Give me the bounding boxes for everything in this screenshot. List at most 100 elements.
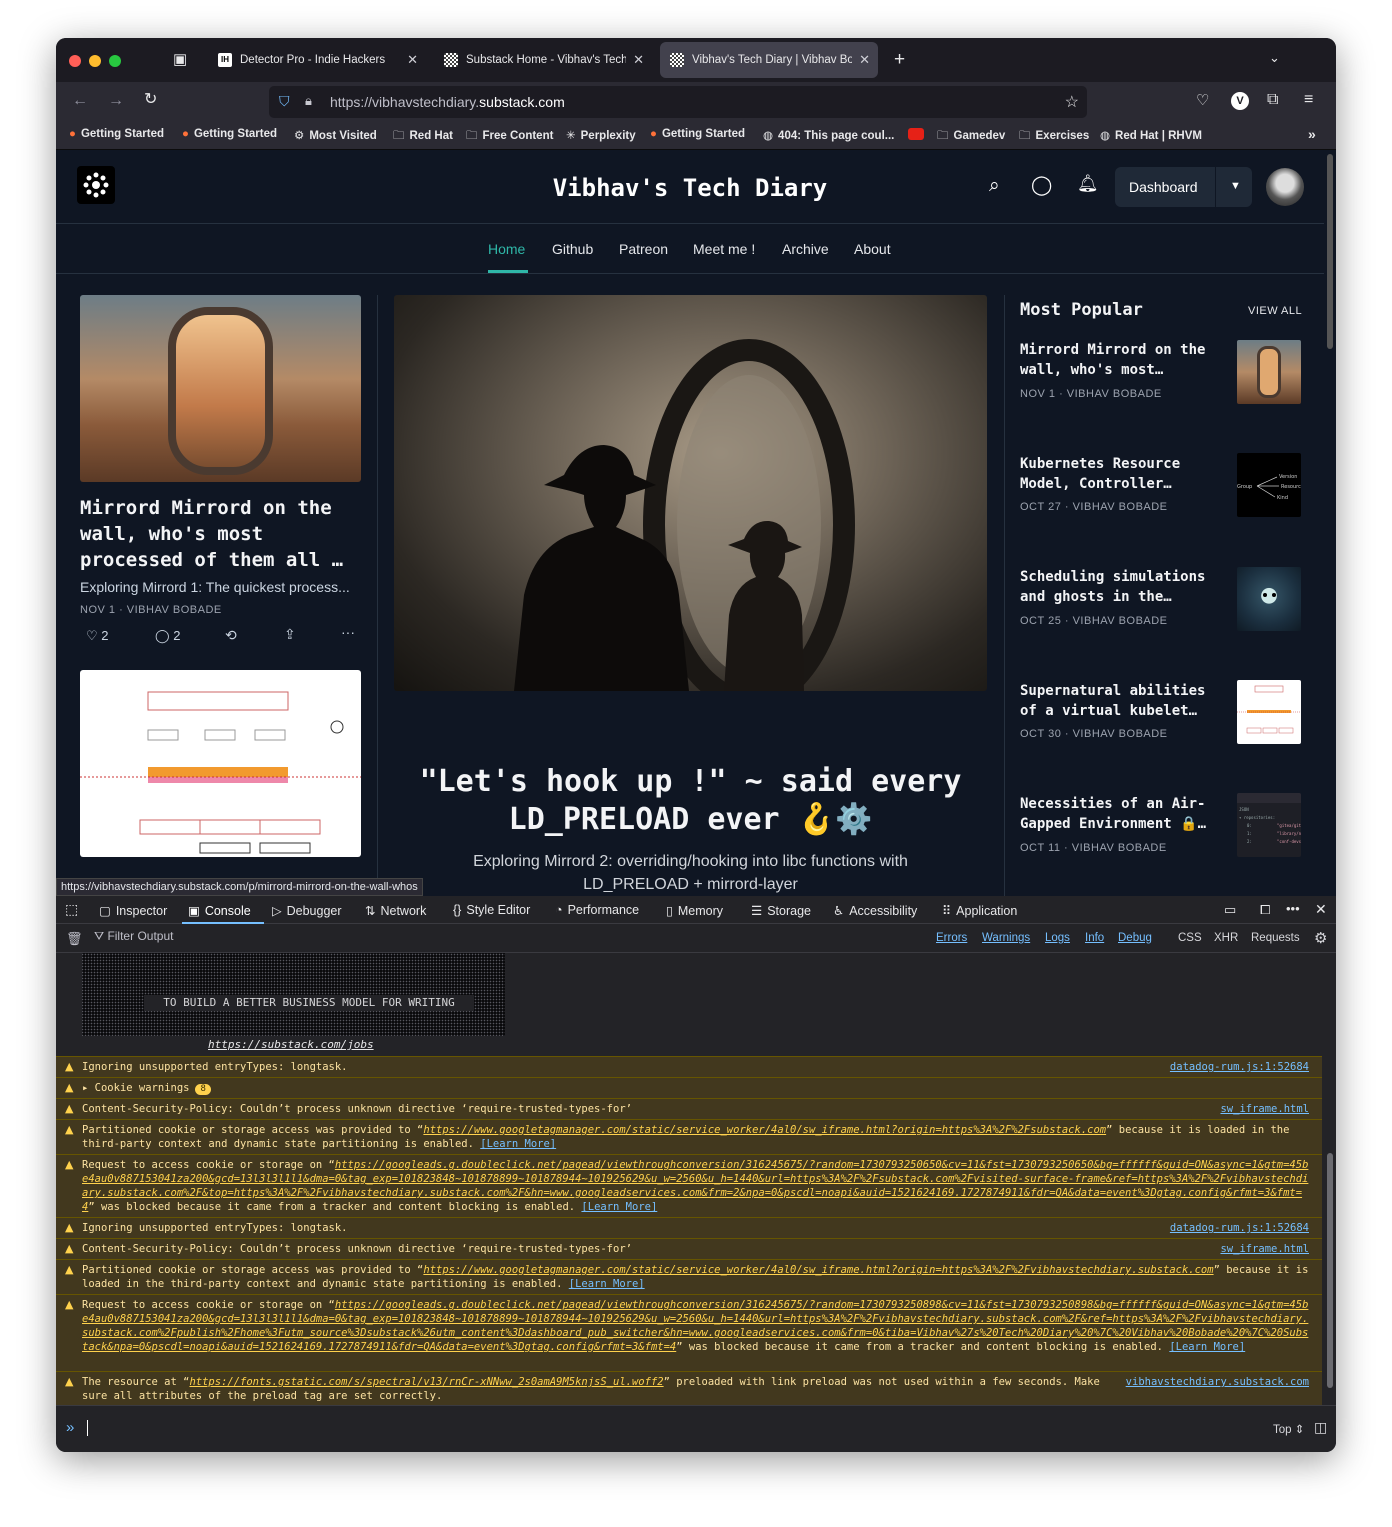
tab-debugger[interactable]: ▷ Debugger (272, 903, 342, 918)
close-devtools-icon[interactable]: ✕ (1315, 901, 1327, 918)
filter-warnings[interactable]: Warnings (982, 932, 1030, 944)
console-scrollbar[interactable] (1324, 953, 1336, 1405)
console-warning[interactable]: ▲ Partitioned cookie or storage access w… (56, 1119, 1322, 1154)
list-tabs-chevron-icon[interactable]: ⌄ (1269, 51, 1280, 64)
page-scrollbar[interactable] (1324, 150, 1336, 896)
like-button[interactable]: ♡ 2 (86, 628, 109, 644)
context-selector[interactable]: Top ⇕ (1273, 1422, 1304, 1436)
chat-icon[interactable]: ◯ (1031, 174, 1052, 197)
pocket-icon[interactable]: ♡ (1196, 93, 1209, 108)
responsive-design-icon[interactable]: ⧠ (1260, 902, 1270, 918)
trash-icon[interactable]: 🗑︎ (66, 931, 83, 947)
dropdown-caret-icon[interactable]: ▼ (1230, 180, 1241, 192)
minimize-window-button[interactable] (89, 55, 101, 67)
view-all-link[interactable]: VIEW ALL (1248, 305, 1302, 317)
tab-tech-diary-active[interactable]: Vibhav's Tech Diary | Vibhav Bo ✕ (660, 42, 878, 78)
tab-storage[interactable]: ☰ Storage (751, 903, 811, 918)
popular-item-thumbnail[interactable] (1237, 567, 1301, 631)
popular-item-title[interactable]: Supernatural abilities of a virtual kube… (1020, 681, 1225, 721)
bookmark-folder[interactable]: 🗀 Red Hat (393, 128, 453, 147)
nav-home[interactable]: Home (488, 241, 525, 257)
close-tab-icon[interactable]: ✕ (859, 52, 870, 68)
comment-button[interactable]: ◯ 2 (155, 628, 180, 644)
tab-performance[interactable]: ◔ Performance (555, 903, 639, 917)
nav-about[interactable]: About (854, 241, 891, 257)
close-tab-icon[interactable]: ✕ (407, 52, 418, 68)
tab-inspector[interactable]: ▢ Inspector (99, 903, 167, 918)
post-thumbnail-diagram[interactable] (80, 670, 361, 857)
more-options-icon[interactable]: ··· (341, 624, 355, 640)
maximize-window-button[interactable] (109, 55, 121, 67)
console-warning[interactable]: ▲ Ignoring unsupported entryTypes: longt… (56, 1217, 1322, 1238)
tab-application[interactable]: ⠿ Application (942, 903, 1017, 918)
filter-debug[interactable]: Debug (1118, 932, 1152, 944)
post-thumbnail-mirror[interactable] (80, 295, 361, 482)
console-settings-gear-icon[interactable]: ⚙ (1314, 929, 1327, 947)
bookmark-folder[interactable]: 🗀 Exercises (1019, 128, 1089, 147)
console-warning[interactable]: ▲ Content-Security-Policy: Couldn’t proc… (56, 1098, 1322, 1119)
popular-item-title[interactable]: Necessities of an Air-Gapped Environment… (1020, 794, 1225, 834)
console-warning[interactable]: ▲ The resource at “https://fonts.gstatic… (56, 1371, 1322, 1405)
tab-console[interactable]: ▣ Console (188, 903, 251, 918)
console-warning[interactable]: ▲ Content-Security-Policy: Couldn’t proc… (56, 1238, 1322, 1259)
tab-substack-home[interactable]: Substack Home - Vibhav's Tech ✕ (434, 42, 652, 78)
bookmark-item[interactable]: ● Getting Started (650, 128, 745, 140)
popular-item-title[interactable]: Scheduling simulations and ghosts in the… (1020, 567, 1225, 607)
filter-css[interactable]: CSS (1178, 932, 1202, 944)
menu-hamburger-icon[interactable]: ≡ (1304, 92, 1313, 108)
popular-item-thumbnail[interactable]: JSON ▾ repositories: 0: 1: 2: "gitea/git "libr… (1237, 793, 1301, 857)
tracking-shield-icon[interactable]: ⛉ (279, 93, 290, 110)
post-title[interactable]: Mirrord Mirrord on the wall, who's most … (80, 495, 365, 573)
nav-patreon[interactable]: Patreon (619, 241, 668, 257)
console-warning[interactable]: ▲ Request to access cookie or storage on… (56, 1294, 1322, 1371)
bookmark-star-icon[interactable]: ☆ (1065, 92, 1079, 112)
forward-icon[interactable]: → (108, 93, 124, 109)
lock-icon[interactable]: 🔒︎ (305, 93, 312, 109)
jobs-link[interactable]: https://substack.com/jobs (208, 1038, 374, 1051)
filter-logs[interactable]: Logs (1045, 932, 1070, 944)
restack-icon[interactable]: ⟲ (225, 627, 237, 644)
bookmark-folder[interactable]: 🗀 Free Content (466, 128, 553, 147)
nav-archive[interactable]: Archive (782, 241, 829, 257)
bell-icon[interactable]: 🔔︎ (1077, 174, 1099, 194)
new-tab-icon[interactable]: + (894, 50, 905, 69)
filter-info[interactable]: Info (1085, 932, 1104, 944)
post-subtitle[interactable]: Exploring Mirrord 1: The quickest proces… (80, 579, 365, 595)
popular-item-title[interactable]: Mirrord Mirrord on the wall, who's most… (1020, 340, 1225, 380)
nav-github[interactable]: Github (552, 241, 593, 257)
popular-item-thumbnail[interactable] (1237, 680, 1301, 744)
element-picker-icon[interactable]: ⬚ (65, 901, 78, 918)
tab-overview-icon[interactable]: ▣ (173, 52, 187, 67)
tab-memory[interactable]: ▯ Memory (666, 903, 723, 918)
filter-output-input[interactable]: ⛛ Filter Output (94, 929, 534, 947)
extensions-icon[interactable]: ⧉ (1267, 92, 1278, 108)
more-bookmarks-chevron-icon[interactable]: » (1308, 126, 1316, 142)
address-bar[interactable]: ⛉ 🔒︎ https://vibhavstechdiary.substack.c… (269, 86, 1087, 118)
profile-avatar[interactable]: V (1231, 92, 1249, 110)
popular-item-thumbnail[interactable] (1237, 340, 1301, 404)
nav-meet-me[interactable]: Meet me ! (693, 241, 755, 257)
sidebar-toggle-icon[interactable]: ◫ (1314, 1419, 1327, 1436)
back-icon[interactable]: ← (72, 93, 88, 109)
dashboard-button[interactable]: Dashboard ▼ (1115, 167, 1252, 207)
youtube-icon[interactable] (908, 128, 924, 140)
popular-item-title[interactable]: Kubernetes Resource Model, Controller… (1020, 454, 1225, 494)
hero-image[interactable] (394, 295, 987, 691)
console-warning[interactable]: ▲ Ignoring unsupported entryTypes: longt… (56, 1056, 1322, 1077)
popular-item-thumbnail[interactable]: Group Version Resource Kind (1237, 453, 1301, 517)
filter-errors[interactable]: Errors (936, 932, 967, 944)
filter-requests[interactable]: Requests (1251, 932, 1300, 944)
hero-subtitle[interactable]: Exploring Mirrord 2: overriding/hooking … (434, 850, 947, 896)
bookmark-item[interactable]: ✳ Perplexity (566, 128, 636, 142)
share-icon[interactable]: ⇪ (284, 626, 296, 643)
cookie-warnings-group[interactable]: ▲ ▸ Cookie warnings 8 (56, 1077, 1322, 1098)
tab-network[interactable]: ⇅ Network (365, 903, 426, 918)
console-warning[interactable]: ▲ Request to access cookie or storage on… (56, 1154, 1322, 1217)
search-icon[interactable]: ⌕ (989, 175, 1000, 197)
user-avatar[interactable] (1266, 168, 1304, 206)
close-window-button[interactable] (69, 55, 81, 67)
dock-side-icon[interactable]: ▭ (1224, 902, 1236, 918)
tab-style-editor[interactable]: {} Style Editor (453, 903, 530, 917)
more-options-icon[interactable]: ••• (1286, 901, 1300, 916)
bookmark-item[interactable]: ◍ Red Hat | RHVM (1100, 128, 1202, 142)
